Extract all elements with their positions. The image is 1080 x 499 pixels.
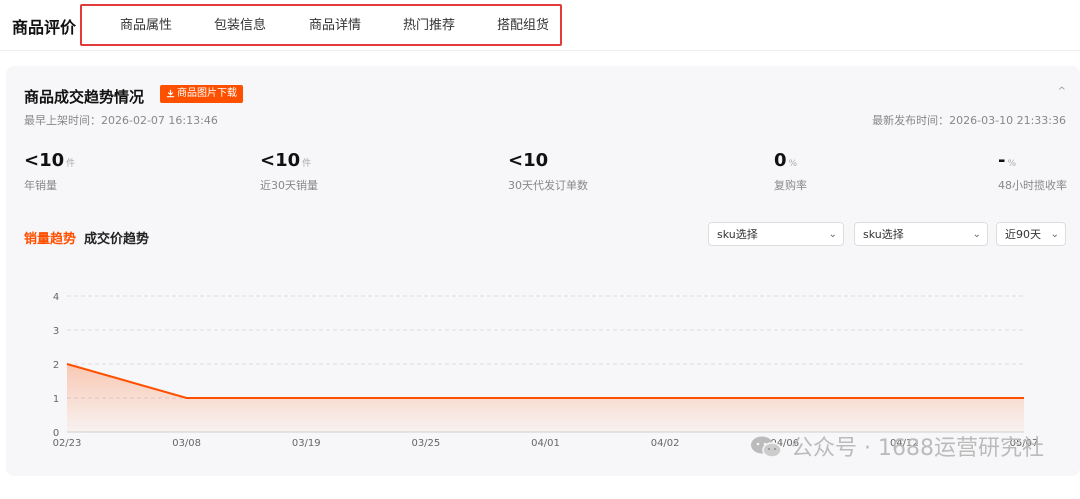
watermark: 公众号 · 1688运营研究社 [749,430,1044,462]
chevron-down-icon: ⌄ [972,229,981,240]
stat-label: 近30天销量 [260,179,318,192]
x-tick-label: 04/02 [651,438,680,449]
chevron-down-icon: ⌄ [1050,229,1059,240]
tab-sales-trend[interactable]: 销量趋势 [24,232,76,247]
series-line [66,363,1024,399]
stat-pickup-rate: -% 48小时揽收率 [998,150,1067,193]
stat-value: - [998,150,1006,171]
stat-label: 30天代发订单数 [508,179,588,192]
select-value: sku选择 [717,228,758,241]
tab-price-trend[interactable]: 成交价趋势 [84,232,149,247]
stat-unit: 件 [66,159,76,169]
tab-details[interactable]: 商品详情 [309,14,361,33]
download-images-button[interactable]: 商品图片下载 [160,85,243,103]
watermark-text: 公众号 · 1688运营研究社 [791,436,1044,461]
stat-value: <10 [260,150,301,171]
tab-packaging[interactable]: 包装信息 [214,14,266,33]
earliest-listing-time: 最早上架时间：2026-02-07 16:13:46 [24,114,218,127]
stat-label: 年销量 [24,179,57,192]
y-tick-label: 4 [53,292,59,303]
stat-unit: % [788,159,798,169]
tab-attributes[interactable]: 商品属性 [120,14,172,33]
date-range-select[interactable]: 近90天 ⌄ [996,222,1066,246]
latest-publish-time: 最新发布时间：2026-03-10 21:33:36 [872,114,1066,127]
stat-30day-sales: <10 件 近30天销量 [260,150,318,193]
y-tick-label: 3 [53,326,59,337]
trend-tabs: 销量趋势 成交价趋势 [24,228,149,247]
sku-select-1[interactable]: sku选择 ⌄ [708,222,844,246]
trend-panel: 商品成交趋势情况 商品图片下载 ^ 最早上架时间：2026-02-07 16:1… [6,66,1080,476]
stat-dropship-orders: <10 30天代发订单数 [508,150,588,193]
x-tick-label: 04/01 [531,438,560,449]
panel-title: 商品成交趋势情况 [24,88,145,106]
sku-select-2[interactable]: sku选择 ⌄ [854,222,988,246]
x-tick-label: 03/08 [172,438,201,449]
stat-unit: 件 [302,159,312,169]
collapse-icon[interactable]: ^ [1058,86,1066,97]
stat-unit: % [1007,159,1017,169]
stat-value: <10 [24,150,65,171]
wechat-icon [751,436,782,458]
y-tick-label: 2 [53,360,59,371]
top-tab-bar: 商品评价 商品属性 包装信息 商品详情 热门推荐 搭配组货 [0,0,1080,51]
x-tick-label: 03/25 [411,438,440,449]
stat-repurchase-rate: 0% 复购率 [774,150,807,193]
stat-value: <10 [508,150,549,171]
tab-recommend[interactable]: 热门推荐 [403,14,455,33]
stat-label: 复购率 [774,179,807,192]
tab-reviews[interactable]: 商品评价 [12,14,76,38]
stat-label: 48小时揽收率 [998,179,1067,192]
stat-annual-sales: <10 件 年销量 [24,150,75,193]
x-tick-label: 02/23 [53,438,82,449]
select-value: 近90天 [1005,228,1041,241]
download-label: 商品图片下载 [177,88,237,99]
chevron-down-icon: ⌄ [828,229,837,240]
download-icon [166,89,175,98]
tab-bundles[interactable]: 搭配组货 [497,14,549,33]
x-tick-label: 03/19 [292,438,321,449]
y-tick-label: 1 [53,394,59,405]
stat-value: 0 [774,150,787,171]
select-value: sku选择 [863,228,904,241]
